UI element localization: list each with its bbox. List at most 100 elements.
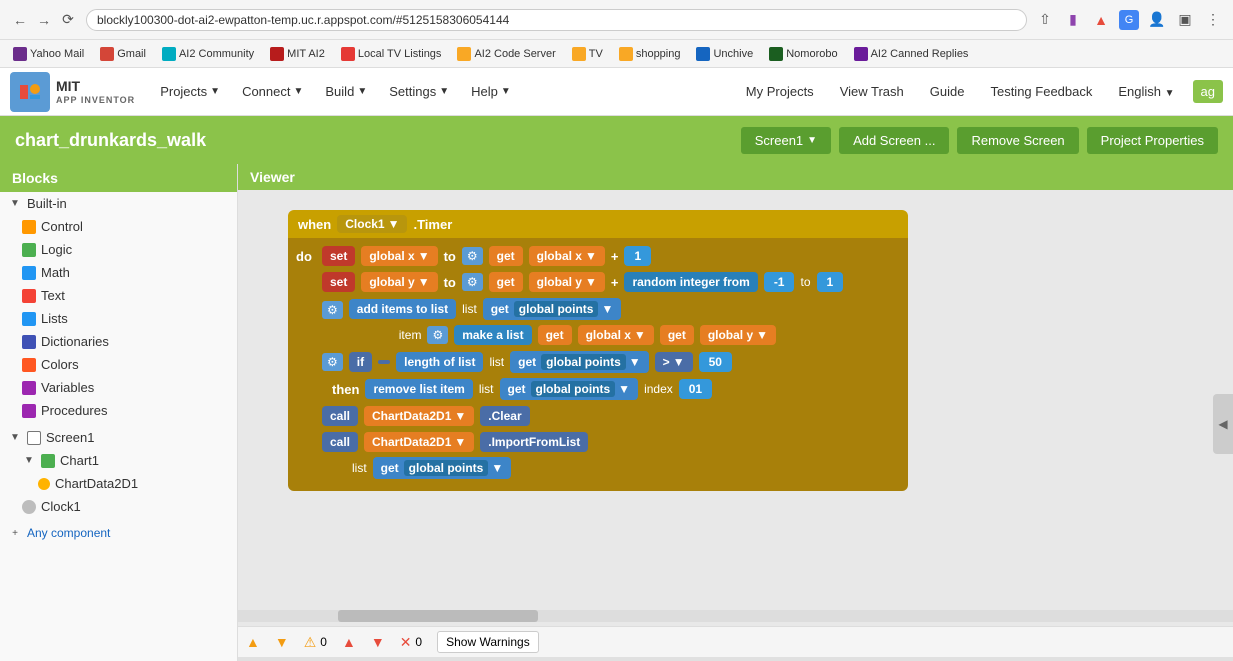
- nav-testing-feedback[interactable]: Testing Feedback: [982, 80, 1100, 103]
- remove-screen-button[interactable]: Remove Screen: [957, 127, 1078, 154]
- chartdata2d1-dropdown-1[interactable]: ChartData2D1 ▼: [364, 406, 474, 426]
- nav-my-projects[interactable]: My Projects: [738, 80, 822, 103]
- block-math[interactable]: Math: [0, 261, 237, 284]
- shield-icon[interactable]: ▮: [1063, 10, 1083, 30]
- global-y-dropdown[interactable]: global y ▼: [361, 272, 437, 292]
- bottom-scrollbar[interactable]: [238, 610, 1233, 622]
- translate-icon[interactable]: G: [1119, 10, 1139, 30]
- nav-language[interactable]: English ▼: [1110, 80, 1182, 103]
- gear-icon-2[interactable]: ⚙: [462, 273, 483, 291]
- math-icon: [22, 266, 36, 280]
- add-screen-button[interactable]: Add Screen ...: [839, 127, 949, 154]
- zero-one-val: 01: [679, 379, 712, 399]
- bookmark-nomorobo[interactable]: Nomorobo: [764, 45, 842, 63]
- builtin-group[interactable]: ▼ Built-in: [0, 192, 237, 215]
- block-lists[interactable]: Lists: [0, 307, 237, 330]
- block-logic[interactable]: Logic: [0, 238, 237, 261]
- import-list-row: list get global points ▼: [322, 457, 898, 479]
- bookmark-ai2-code[interactable]: AI2 Code Server: [452, 45, 560, 63]
- global-points-dropdown-1[interactable]: get global points ▼: [483, 298, 622, 320]
- show-warnings-button[interactable]: Show Warnings: [437, 631, 539, 653]
- bookmark-mit-ai2[interactable]: MIT AI2: [265, 45, 330, 63]
- error-up-btn[interactable]: ▲: [342, 634, 356, 650]
- warn-triangle-icon: ⚠: [304, 634, 317, 651]
- gear-icon-3[interactable]: ⚙: [322, 301, 343, 319]
- nav-projects[interactable]: Projects ▼: [150, 78, 230, 105]
- get-global-y-text: global y: [537, 275, 582, 289]
- nav-guide[interactable]: Guide: [922, 80, 973, 103]
- clock1-item[interactable]: Clock1: [0, 495, 237, 518]
- nav-help[interactable]: Help ▼: [461, 78, 521, 105]
- settings-chevron: ▼: [439, 86, 449, 97]
- nav-settings[interactable]: Settings ▼: [379, 78, 459, 105]
- bookmark-yahoo-mail[interactable]: Yahoo Mail: [8, 45, 89, 63]
- global-x-dropdown-2[interactable]: global x ▼: [578, 325, 654, 345]
- scrollbar-thumb[interactable]: [338, 610, 538, 622]
- gear-icon-1[interactable]: ⚙: [462, 247, 483, 265]
- unchive-icon: [696, 47, 710, 61]
- bookmark-local-tv[interactable]: Local TV Listings: [336, 45, 447, 63]
- block-dicts[interactable]: Dictionaries: [0, 330, 237, 353]
- nav-connect[interactable]: Connect ▼: [232, 78, 313, 105]
- block-vars[interactable]: Variables: [0, 376, 237, 399]
- global-points-dropdown-2[interactable]: get global points ▼: [510, 351, 649, 373]
- global-points-dropdown-4[interactable]: get global points ▼: [373, 457, 512, 479]
- chartdata2d1-dropdown-2[interactable]: ChartData2D1 ▼: [364, 432, 474, 452]
- global-x-dropdown[interactable]: global x ▼: [361, 246, 437, 266]
- project-properties-button[interactable]: Project Properties: [1087, 127, 1218, 154]
- screen1-group[interactable]: ▼ Screen1: [0, 426, 237, 449]
- global-y-text: global y: [369, 275, 414, 289]
- menu-icon[interactable]: ⋮: [1203, 10, 1223, 30]
- chart1-group[interactable]: ▼ Chart1: [0, 449, 237, 472]
- lists-icon: [22, 312, 36, 326]
- gear-icon-5[interactable]: ⚙: [322, 353, 343, 371]
- logic-icon: [22, 243, 36, 257]
- block-text[interactable]: Text: [0, 284, 237, 307]
- nav-user[interactable]: ag: [1193, 80, 1223, 103]
- blocks-workspace: when Clock1 ▼ .Timer do set: [288, 210, 908, 491]
- get-global-x-dropdown[interactable]: global x ▼: [529, 246, 605, 266]
- chartdata2d1-text-1: ChartData2D1: [372, 409, 451, 423]
- bookmark-unchive[interactable]: Unchive: [691, 45, 758, 63]
- row-set-y: set global y ▼ to ⚙ get global y ▼: [296, 272, 898, 292]
- warning-up-btn[interactable]: ▲: [246, 634, 260, 650]
- bookmark-shopping[interactable]: shopping: [614, 45, 686, 63]
- error-down-btn[interactable]: ▼: [371, 634, 385, 650]
- global-points-dropdown-3[interactable]: get global points ▼: [500, 378, 639, 400]
- forward-button[interactable]: →: [34, 10, 54, 30]
- side-scroll-handle[interactable]: [1213, 394, 1233, 454]
- screen-name: Screen1: [755, 133, 803, 148]
- screen-selector[interactable]: Screen1 ▼: [741, 127, 831, 154]
- global-y-dropdown-2[interactable]: global y ▼: [700, 325, 776, 345]
- row-call-import: call ChartData2D1 ▼ .ImportFromList list: [296, 432, 898, 479]
- chartdata-icon: [38, 478, 50, 490]
- warning-icon[interactable]: ▲: [1091, 10, 1111, 30]
- bookmark-tv[interactable]: TV: [567, 45, 608, 63]
- back-button[interactable]: ←: [10, 10, 30, 30]
- greater-than-dropdown[interactable]: > ▼: [655, 352, 693, 372]
- err-down-arrow: ▼: [371, 634, 385, 650]
- viewer-content[interactable]: when Clock1 ▼ .Timer do set: [238, 190, 1233, 657]
- warning-down-btn[interactable]: ▼: [275, 634, 289, 650]
- bookmark-gmail[interactable]: Gmail: [95, 45, 151, 63]
- clock1-dropdown[interactable]: Clock1 ▼: [337, 215, 407, 233]
- bookmark-ai2-canned-label: AI2 Canned Replies: [871, 48, 969, 60]
- nav-build[interactable]: Build ▼: [315, 78, 377, 105]
- bookmark-ai2-canned[interactable]: AI2 Canned Replies: [849, 45, 974, 63]
- refresh-button[interactable]: ⟳: [58, 10, 78, 30]
- control-label: Control: [41, 219, 83, 234]
- get-global-y-dropdown[interactable]: global y ▼: [529, 272, 605, 292]
- profile-icon[interactable]: 👤: [1147, 10, 1167, 30]
- share-icon[interactable]: ⇧: [1035, 10, 1055, 30]
- block-procs[interactable]: Procedures: [0, 399, 237, 422]
- block-colors[interactable]: Colors: [0, 353, 237, 376]
- chartdata-item[interactable]: ChartData2D1: [0, 472, 237, 495]
- nav-view-trash[interactable]: View Trash: [832, 80, 912, 103]
- block-control[interactable]: Control: [0, 215, 237, 238]
- address-bar[interactable]: blockly100300-dot-ai2-ewpatton-temp.uc.r…: [86, 9, 1027, 31]
- bookmark-ai2-community[interactable]: AI2 Community: [157, 45, 259, 63]
- any-component-item[interactable]: + Any component: [0, 522, 237, 544]
- extensions-icon[interactable]: ▣: [1175, 10, 1195, 30]
- timer-label: .Timer: [413, 217, 452, 232]
- gear-icon-4[interactable]: ⚙: [427, 326, 448, 344]
